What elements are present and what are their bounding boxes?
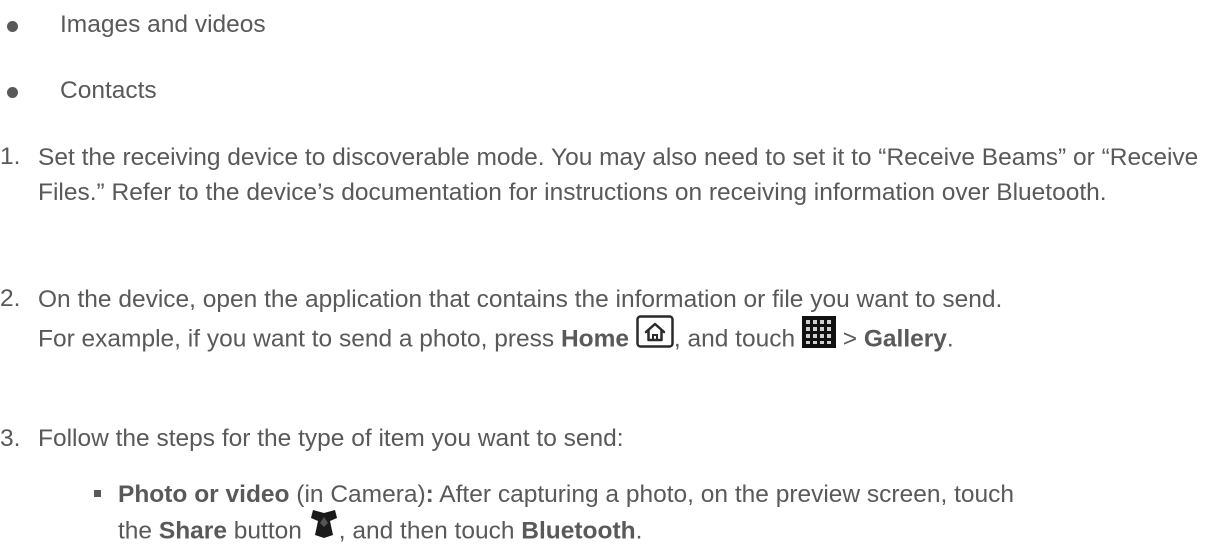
then-touch-text: , and then touch [338,517,515,545]
photo-video-title: Photo or video [118,481,290,508]
substep-context: (in Camera) [289,481,426,508]
bluetooth-label: Bluetooth [521,517,636,545]
step-2: 2. On the device, open the application t… [0,282,1227,354]
the-text: the [118,517,153,545]
step-number: 1. [0,143,21,170]
step-text: Set the receiving device to discoverable… [38,144,1199,206]
substep-line-1: After capturing a photo, on the preview … [433,481,1015,508]
colon: : [425,481,434,508]
substep-photo-video: Photo or video (in Camera): After captur… [0,478,1227,548]
bullet-label: Contacts [60,77,157,104]
home-key-icon [636,315,674,359]
gt-symbol: > [842,325,858,353]
step-text: On the device, open the application that… [38,282,1227,362]
home-label: Home [560,325,630,353]
bullet-dot [7,87,18,98]
step-line-1: On the device, open the application that… [38,286,1003,313]
gallery-label: Gallery [863,325,947,353]
step-number: 3. [0,425,21,452]
step-1: 1. Set the receiving device to discovera… [0,140,1227,250]
step-line-2: For example, if you want to send a photo… [38,325,555,353]
step-text: Follow the steps for the type of item yo… [38,425,624,452]
button-word: button [226,517,302,545]
step-3: 3. Follow the steps for the type of item… [0,422,1227,456]
share-icon [309,509,339,549]
share-label: Share [158,517,227,545]
bullet-label: Images and videos [60,11,266,38]
step-number: 2. [0,285,21,312]
square-bullet [94,490,101,497]
substep-text: Photo or video (in Camera): After captur… [118,478,1227,552]
and-touch-text: , and touch [673,325,796,353]
bullet-dot [7,21,18,32]
period: . [635,517,643,545]
apps-grid-icon [801,315,836,359]
period: . [946,325,954,353]
bullet-item-images: Images and videos [0,8,1227,42]
bullet-item-contacts: Contacts [0,74,1227,108]
